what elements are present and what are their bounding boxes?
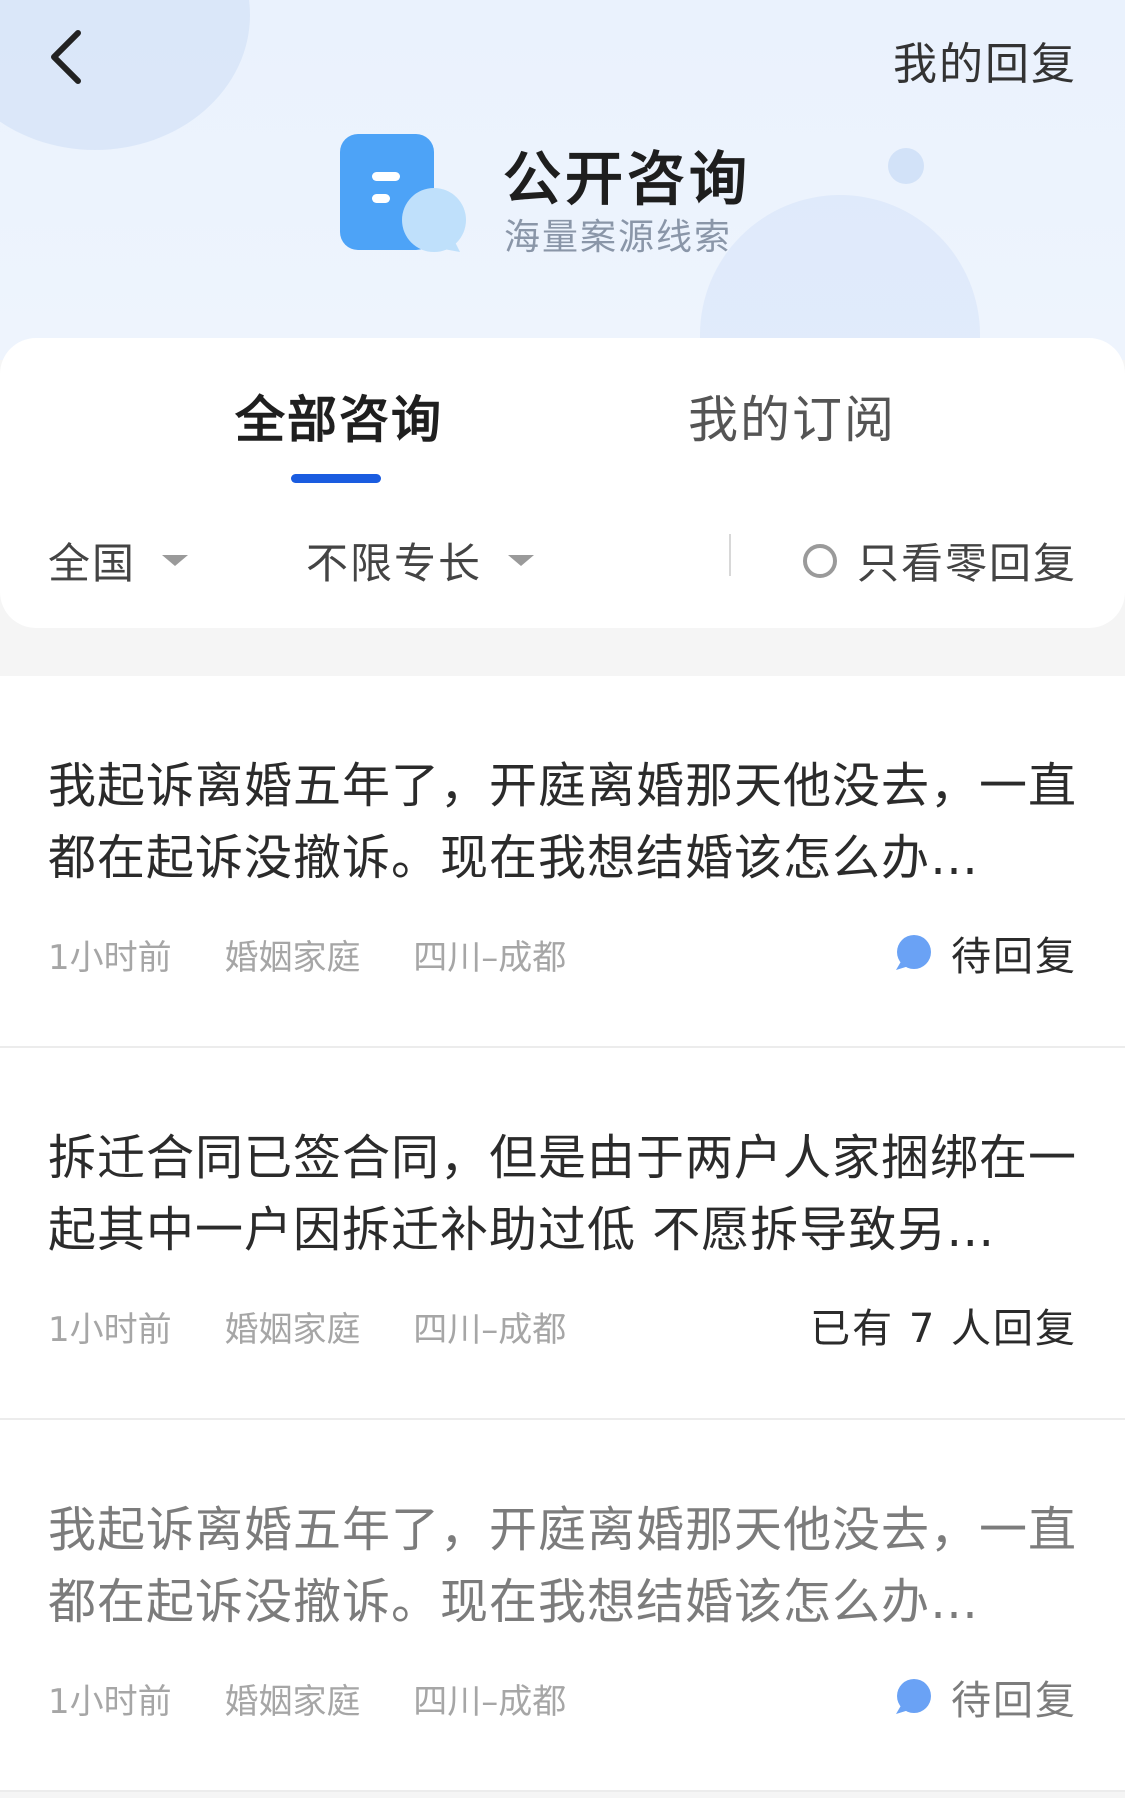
post-time: 1小时前 (48, 1682, 172, 1722)
decorative-circle (700, 195, 980, 360)
specialty-filter-label: 不限专长 (306, 539, 483, 588)
consultation-title: 拆迁合同已签合同，但是由于两户人家捆绑在一起其中一户因拆迁补助过低 不愿拆导致另… (48, 1130, 1078, 1258)
page-subtitle: 海量案源线索 (504, 217, 733, 258)
consultation-item[interactable]: 我起诉离婚五年了，开庭离婚那天他没去，一直都在起诉没撤诉。现在我想结婚该怎么办…… (0, 676, 1125, 1048)
region-filter-dropdown[interactable]: 全国 (48, 530, 189, 591)
reply-status-label: 待回复 (951, 934, 1077, 980)
radio-unchecked-icon (802, 543, 837, 578)
consultation-meta: 1小时前 婚姻家庭 四川–成都 (48, 1674, 608, 1723)
consultation-title: 我起诉离婚五年了，开庭离婚那天他没去，一直都在起诉没撤诉。现在我想结婚该怎么办… (48, 758, 1078, 886)
chat-bubble-icon (896, 935, 931, 970)
my-replies-link[interactable]: 我的回复 (893, 28, 1077, 92)
reply-status-label: 待回复 (951, 1678, 1077, 1724)
page-title: 公开咨询 (503, 145, 752, 213)
region-filter-label: 全国 (48, 539, 137, 588)
location-tag: 四川–成都 (413, 1682, 567, 1722)
location-tag: 四川–成都 (413, 938, 567, 978)
tab-my-subscriptions[interactable]: 我的订阅 (688, 380, 896, 452)
category-tag: 婚姻家庭 (224, 938, 361, 978)
caret-down-icon (508, 555, 535, 566)
consultation-list: 我起诉离婚五年了，开庭离婚那天他没去，一直都在起诉没撤诉。现在我想结婚该怎么办…… (0, 676, 1125, 1792)
header: 我的回复 公开咨询 海量案源线索 (0, 0, 1125, 360)
reply-count: 已有 7 人回复 (810, 1296, 1077, 1354)
reply-status: 待回复 (893, 924, 1077, 982)
zero-reply-label: 只看零回复 (856, 539, 1077, 588)
chat-document-icon (340, 134, 466, 252)
consultation-item[interactable]: 我起诉离婚五年了，开庭离婚那天他没去，一直都在起诉没撤诉。现在我想结婚该怎么办…… (0, 1420, 1125, 1792)
back-button[interactable] (38, 22, 94, 92)
post-time: 1小时前 (48, 938, 172, 978)
post-time: 1小时前 (48, 1310, 172, 1350)
filter-divider (729, 534, 731, 576)
chat-bubble-icon (896, 1679, 931, 1714)
consultation-meta: 1小时前 婚姻家庭 四川–成都 (48, 1302, 608, 1351)
reply-count-label: 已有 7 人回复 (810, 1306, 1077, 1352)
active-tab-indicator (291, 474, 381, 483)
reply-status: 待回复 (893, 1668, 1077, 1726)
decorative-dot (888, 148, 924, 184)
consultation-meta: 1小时前 婚姻家庭 四川–成都 (48, 930, 608, 979)
zero-reply-toggle[interactable]: 只看零回复 (802, 530, 1077, 591)
specialty-filter-dropdown[interactable]: 不限专长 (306, 530, 535, 591)
caret-down-icon (162, 555, 189, 566)
consultation-title: 我起诉离婚五年了，开庭离婚那天他没去，一直都在起诉没撤诉。现在我想结婚该怎么办… (48, 1502, 1078, 1630)
tab-all-consultations[interactable]: 全部咨询 (235, 380, 443, 452)
location-tag: 四川–成都 (413, 1310, 567, 1350)
category-tag: 婚姻家庭 (224, 1682, 361, 1722)
consultation-item[interactable]: 拆迁合同已签合同，但是由于两户人家捆绑在一起其中一户因拆迁补助过低 不愿拆导致另… (0, 1048, 1125, 1420)
filter-panel: 全部咨询 我的订阅 全国 不限专长 只看零回复 (0, 338, 1125, 628)
chevron-left-icon (51, 30, 81, 84)
category-tag: 婚姻家庭 (224, 1310, 361, 1350)
